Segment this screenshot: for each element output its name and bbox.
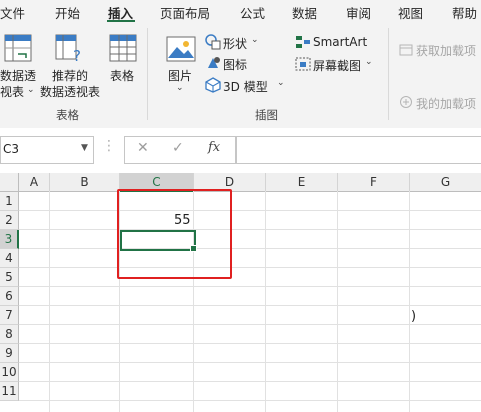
grid-line [19,210,481,211]
highlight-box [117,189,232,279]
row-header-8[interactable]: 8 [0,325,19,344]
chevron-down-icon[interactable]: ⌄ [251,35,259,45]
column-header-e[interactable]: E [266,173,338,192]
table-icon [109,34,137,62]
screenshot-icon [295,57,311,71]
chevron-down-icon[interactable]: ⌄ [176,83,184,93]
column-header-b[interactable]: B [50,173,120,192]
row-header-4[interactable]: 4 [0,249,19,268]
tab-home[interactable]: 开始 [55,3,80,22]
shapes-icon [205,34,221,50]
tab-file[interactable]: 文件 [0,3,25,22]
group-separator [147,28,148,120]
chevron-down-icon[interactable]: ⌄ [27,85,35,95]
row-header-2[interactable]: 2 [0,211,19,230]
row-header-10[interactable]: 10 [0,363,19,382]
grid-line [19,400,481,401]
3d-model-label[interactable]: 3D 模型 [223,78,268,95]
chevron-down-icon[interactable]: ⌄ [277,78,285,88]
formula-bar-divider: ⋮ [102,138,116,154]
tab-page-layout[interactable]: 页面布局 [160,3,210,22]
group-separator [388,28,389,120]
grid-line [265,191,266,412]
grid-line [337,191,338,412]
tab-review[interactable]: 审阅 [346,3,371,22]
row-header-6[interactable]: 6 [0,287,19,306]
name-box-value: C3 [3,142,20,156]
recommended-pivot-label-1[interactable]: 推荐的 [52,67,88,84]
row-header-3[interactable]: 3 [0,230,19,249]
grid-line [19,324,481,325]
grid-line [19,267,481,268]
pivot-table-icon [4,34,32,62]
select-all-corner[interactable] [0,173,19,192]
cell-g7[interactable]: ) [411,309,416,324]
grid-line [19,381,481,382]
grid-line [19,229,481,230]
column-header-f[interactable]: F [338,173,410,192]
grid-line [19,362,481,363]
row-header-1[interactable]: 1 [0,192,19,211]
icons-icon [208,57,220,68]
my-addins-label: 我的加载项 [416,97,477,111]
menu-tabs: 文件 开始 插入 页面布局 公式 数据 审阅 视图 帮助 [0,0,481,22]
confirm-icon[interactable]: ✓ [172,140,184,156]
tab-view[interactable]: 视图 [398,3,423,22]
picture-icon [166,36,196,62]
row-header-11[interactable]: 11 [0,382,19,401]
ribbon: 数据透 视表 ⌄ ? 推荐的 数据透视表 表格 表格 图片 ⌄ 形状 ⌄ 图标 [0,22,481,129]
grid-line [19,286,481,287]
column-header-g[interactable]: G [410,173,481,192]
tab-data[interactable]: 数据 [292,3,317,22]
formula-input[interactable] [236,136,481,164]
row-header-7[interactable]: 7 [0,306,19,325]
column-header-a[interactable]: A [19,173,50,192]
insert-function-icon[interactable]: fx [208,140,220,155]
illustrations-group-label: 插图 [255,108,278,122]
store-icon [399,44,413,56]
get-addins-label: 获取加载项 [416,44,477,58]
table-label[interactable]: 表格 [110,67,134,84]
screenshot-label[interactable]: 屏幕截图 [313,57,361,74]
chevron-down-icon[interactable]: ▼ [81,143,88,153]
recommended-pivot-icon: ? [55,34,81,62]
picture-label[interactable]: 图片 [168,67,192,84]
smartart-label[interactable]: SmartArt [313,35,367,49]
recommended-pivot-label-2[interactable]: 数据透视表 [40,83,100,100]
tab-help[interactable]: 帮助 [452,3,477,22]
row-header-9[interactable]: 9 [0,344,19,363]
cancel-icon[interactable]: ✕ [137,140,149,156]
name-box[interactable]: C3 ▼ [0,136,94,164]
grid-line [19,305,481,306]
smartart-icon [296,36,310,48]
grid-line [19,248,481,249]
3d-model-icon [205,77,221,93]
icons-label[interactable]: 图标 [223,56,247,73]
tables-group-label: 表格 [56,108,79,122]
grid-line [49,191,50,412]
svg-text:?: ? [73,47,81,62]
tab-formulas[interactable]: 公式 [240,3,265,22]
row-header-5[interactable]: 5 [0,268,19,287]
pivot-table-label-2[interactable]: 视表 [0,83,24,100]
grid-line [409,191,410,412]
pivot-table-label-1[interactable]: 数据透 [0,67,36,84]
shapes-label[interactable]: 形状 [223,35,247,52]
chevron-down-icon[interactable]: ⌄ [365,57,373,67]
my-addins-icon [400,96,412,108]
grid-line [19,343,481,344]
